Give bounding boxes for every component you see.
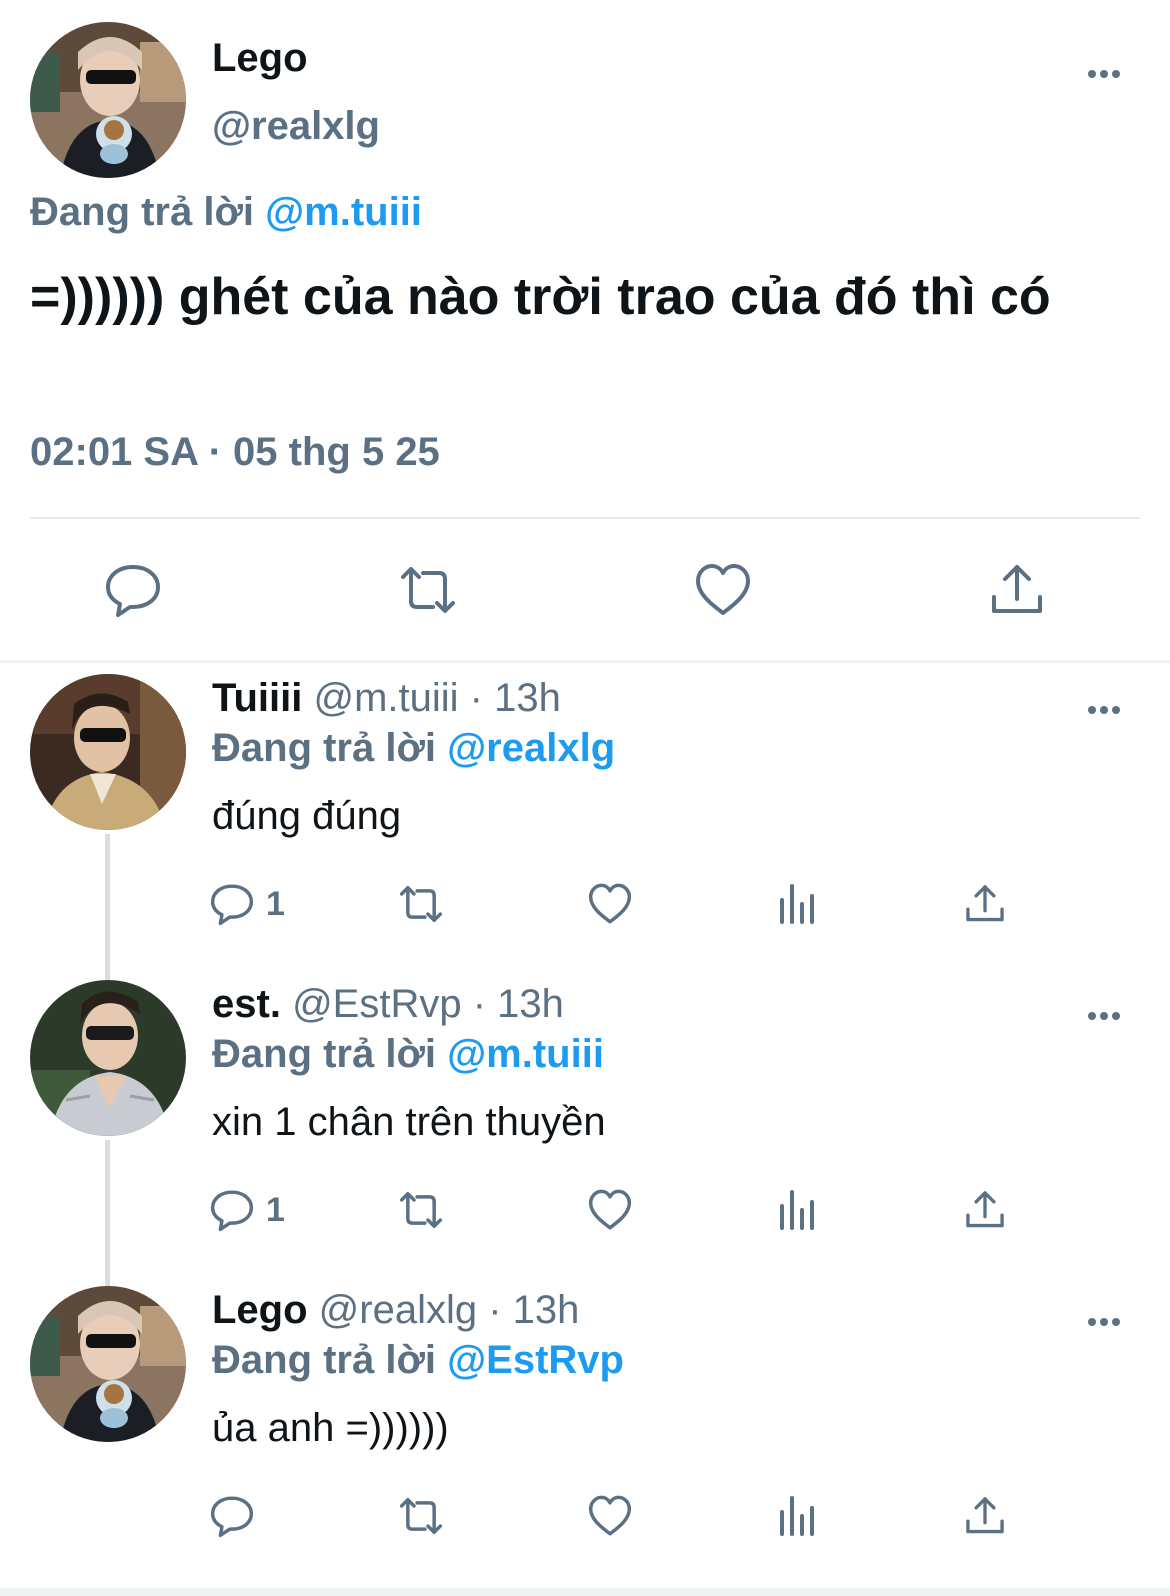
like-icon[interactable] (586, 1486, 634, 1546)
retweet-icon[interactable] (394, 874, 448, 934)
analytics-icon[interactable] (776, 874, 820, 934)
replying-prefix: Đang trả lời (212, 1032, 437, 1076)
author-handle-time[interactable]: @EstRvp · 13h (292, 982, 564, 1026)
reply-count: 1 (266, 1190, 285, 1229)
reply-tweet[interactable]: Lego @realxlg · 13h Đang trả lời @EstRvp… (0, 1282, 1170, 1592)
replying-to: Đang trả lời @m.tuiii (212, 1032, 604, 1077)
divider (30, 517, 1140, 519)
reply-icon[interactable] (100, 557, 166, 623)
reply-header: Tuiiii @m.tuiii · 13h (212, 676, 561, 721)
replying-prefix: Đang trả lời (212, 726, 437, 770)
divider (0, 660, 1170, 663)
avatar[interactable] (30, 1286, 186, 1442)
reply-tweet[interactable]: Tuiiii @m.tuiii · 13h Đang trả lời @real… (0, 670, 1170, 984)
reply-count: 1 (266, 884, 285, 923)
tweet-text: =)))))) ghét của nào trời trao của đó th… (30, 268, 1051, 326)
tweet-timestamp[interactable]: 02:01 SA · 05 thg 5 25 (30, 430, 440, 475)
author-name[interactable]: est. (212, 982, 281, 1026)
tweet-text: xin 1 chân trên thuyền (212, 1100, 606, 1144)
author-handle[interactable]: @realxlg (212, 104, 380, 149)
reply-icon[interactable] (208, 1486, 256, 1546)
avatar[interactable] (30, 674, 186, 830)
author-name[interactable]: Tuiiii (212, 676, 302, 720)
reply-tweet[interactable]: est. @EstRvp · 13h Đang trả lời @m.tuiii… (0, 976, 1170, 1290)
avatar[interactable] (30, 980, 186, 1136)
main-tweet: Lego @realxlg Đang trả lời @m.tuiii =)))… (0, 0, 1170, 663)
retweet-icon[interactable] (395, 557, 461, 623)
like-icon[interactable] (586, 1180, 634, 1240)
tweet-thread-page: Lego @realxlg Đang trả lời @m.tuiii =)))… (0, 0, 1170, 1596)
reply-icon (210, 884, 254, 926)
more-options-icon[interactable] (1084, 996, 1134, 1036)
like-icon[interactable] (690, 557, 756, 623)
more-options-icon[interactable] (1084, 690, 1134, 730)
tweet-text: đúng đúng (212, 794, 402, 838)
author-handle-time[interactable]: @realxlg · 13h (319, 1288, 580, 1332)
author-handle-time[interactable]: @m.tuiii · 13h (313, 676, 560, 720)
analytics-icon[interactable] (776, 1180, 820, 1240)
divider (0, 1588, 1170, 1596)
reply-action-bar: 1 (0, 1180, 1170, 1240)
reply-icon (210, 1190, 254, 1232)
analytics-icon[interactable] (776, 1486, 820, 1546)
share-icon[interactable] (962, 874, 1008, 934)
replying-to: Đang trả lời @EstRvp (212, 1338, 624, 1383)
replying-mention-link[interactable]: @EstRvp (447, 1338, 624, 1382)
retweet-icon[interactable] (394, 1180, 448, 1240)
author-name[interactable]: Lego (212, 1288, 308, 1332)
reply-action-bar (0, 1486, 1170, 1546)
replying-to: Đang trả lời @realxlg (212, 726, 615, 771)
avatar[interactable] (30, 22, 186, 178)
reply-header: est. @EstRvp · 13h (212, 982, 564, 1027)
share-icon[interactable] (962, 1486, 1008, 1546)
reply-button[interactable]: 1 (208, 874, 285, 934)
retweet-icon[interactable] (394, 1486, 448, 1546)
replying-mention-link[interactable]: @realxlg (447, 726, 615, 770)
replying-prefix: Đang trả lời (212, 1338, 437, 1382)
reply-header: Lego @realxlg · 13h (212, 1288, 579, 1333)
reply-action-bar: 1 (0, 874, 1170, 934)
replying-mention-link[interactable]: @m.tuiii (447, 1032, 604, 1076)
replying-mention-link[interactable]: @m.tuiii (265, 190, 422, 234)
reply-button[interactable]: 1 (208, 1180, 285, 1240)
like-icon[interactable] (586, 874, 634, 934)
replying-prefix: Đang trả lời (30, 190, 255, 234)
tweet-text: ủa anh =)))))) (212, 1406, 449, 1450)
more-options-icon[interactable] (1084, 1302, 1134, 1342)
replying-to: Đang trả lời @m.tuiii (30, 190, 422, 235)
more-options-icon[interactable] (1084, 54, 1134, 94)
share-icon[interactable] (962, 1180, 1008, 1240)
author-name[interactable]: Lego (212, 36, 308, 81)
share-icon[interactable] (984, 557, 1050, 623)
main-action-bar (0, 557, 1170, 627)
